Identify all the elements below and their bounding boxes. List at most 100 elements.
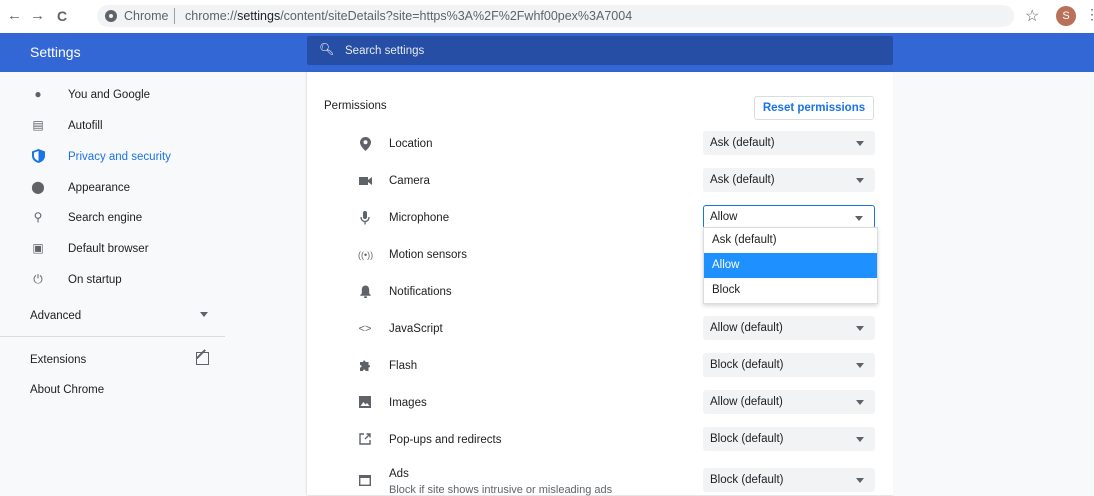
sidebar-item-label: You and Google: [68, 89, 151, 101]
code-icon: <>: [358, 323, 372, 335]
dropdown-option[interactable]: Ask (default): [704, 228, 877, 253]
popups-select[interactable]: Block (default): [703, 427, 875, 451]
sidebar-divider: [0, 336, 225, 337]
permission-label: Motion sensors: [389, 249, 467, 261]
sidebar-advanced[interactable]: Advanced: [30, 310, 81, 322]
sidebar-item-autofill[interactable]: ▤ Autofill: [0, 111, 230, 141]
permissions-heading: Permissions: [324, 100, 387, 112]
permission-row-ads: Ads Block if site shows intrusive or mis…: [307, 457, 893, 496]
select-value: Block (default): [710, 359, 784, 371]
permission-row-location: Location Ask (default): [307, 124, 893, 161]
sidebar-item-label: Privacy and security: [68, 151, 171, 163]
reload-icon[interactable]: C: [57, 7, 67, 25]
permission-label: Location: [389, 138, 433, 150]
select-value: Ask (default): [710, 174, 775, 186]
sidebar-item-label: Search engine: [68, 212, 143, 224]
clipboard-icon: ▤: [32, 118, 44, 132]
chevron-down-icon: [856, 363, 864, 368]
sidebar-extensions[interactable]: Extensions: [30, 354, 86, 366]
flash-select[interactable]: Block (default): [703, 353, 875, 377]
chevron-down-icon: [856, 437, 864, 442]
sidebar-item-label: Default browser: [68, 243, 149, 255]
location-select[interactable]: Ask (default): [703, 131, 875, 155]
permission-label: Microphone: [389, 212, 450, 224]
chevron-down-icon: [855, 216, 863, 221]
ads-icon: [358, 474, 372, 489]
chevron-down-icon: [856, 178, 864, 183]
sidebar-item-on-startup[interactable]: ⏻ On startup: [0, 265, 230, 295]
permission-row-flash: Flash Block (default): [307, 346, 893, 383]
search-box[interactable]: 🔍︎: [307, 36, 893, 65]
select-value: Allow (default): [710, 396, 783, 408]
image-icon: [358, 396, 372, 410]
permission-label: Pop-ups and redirects: [389, 434, 502, 446]
select-value: Ask (default): [710, 137, 775, 149]
sidebar-item-label: Autofill: [68, 120, 103, 132]
select-value: Block (default): [710, 433, 784, 445]
sidebar-about-chrome[interactable]: About Chrome: [30, 384, 104, 396]
url-text[interactable]: chrome://settings/content/siteDetails?si…: [185, 9, 632, 23]
permission-label: Notifications: [389, 286, 452, 298]
address-bar[interactable]: Chrome chrome://settings/content/siteDet…: [97, 5, 1014, 27]
right-margin: [893, 72, 1094, 495]
javascript-select[interactable]: Allow (default): [703, 316, 875, 340]
permission-label: Ads: [389, 468, 409, 480]
site-info-icon[interactable]: [105, 10, 117, 22]
microphone-dropdown-menu: Ask (default) Allow Block: [703, 227, 878, 304]
sidebar-item-label: Appearance: [68, 182, 131, 194]
chevron-down-icon[interactable]: [200, 312, 208, 317]
permission-row-javascript: <> JavaScript Allow (default): [307, 309, 893, 346]
url-prefix: chrome://: [185, 9, 238, 23]
sidebar-item-you-and-google[interactable]: ● You and Google: [0, 80, 230, 110]
sidebar-item-search-engine[interactable]: ⚲ Search engine: [0, 203, 230, 233]
permission-label: JavaScript: [389, 323, 443, 335]
chevron-down-icon: [856, 326, 864, 331]
chevron-down-icon: [856, 478, 864, 483]
bell-icon: [358, 285, 372, 299]
address-separator: [174, 8, 175, 24]
select-value: Allow: [710, 211, 738, 223]
permission-row-camera: Camera Ask (default): [307, 161, 893, 198]
camera-icon: [358, 174, 372, 188]
permission-row-images: Images Allow (default): [307, 383, 893, 420]
sidebar-item-appearance[interactable]: ⬤ Appearance: [0, 173, 230, 203]
open-in-new-icon[interactable]: [196, 352, 209, 365]
chrome-chip-label: Chrome: [124, 9, 169, 23]
url-path: /content/siteDetails?site=https%3A%2F%2F…: [280, 9, 633, 23]
power-icon: ⏻: [33, 272, 43, 286]
back-icon[interactable]: ←: [7, 7, 22, 25]
permission-label: Flash: [389, 360, 418, 372]
motion-sensors-icon: ((•)): [358, 250, 374, 260]
shield-icon: [31, 149, 45, 163]
popup-icon: [358, 433, 372, 447]
dropdown-option-selected[interactable]: Allow: [704, 253, 877, 278]
microphone-select[interactable]: Allow: [703, 205, 875, 229]
location-pin-icon: [358, 137, 372, 151]
camera-select[interactable]: Ask (default): [703, 168, 875, 192]
chevron-down-icon: [856, 141, 864, 146]
page-title: Settings: [30, 44, 81, 60]
permission-sublabel: Block if site shows intrusive or mislead…: [389, 484, 613, 496]
ads-select[interactable]: Block (default): [703, 468, 875, 492]
microphone-icon: [358, 211, 372, 225]
select-value: Allow (default): [710, 322, 783, 334]
browser-toolbar: ← → C Chrome chrome://settings/content/s…: [0, 0, 1094, 33]
person-icon: ●: [34, 87, 42, 101]
chevron-down-icon: [856, 400, 864, 405]
search-icon: 🔍︎: [319, 42, 335, 56]
forward-icon[interactable]: →: [30, 7, 45, 25]
browser-icon: ▣: [32, 241, 44, 255]
bookmark-star-icon[interactable]: ☆: [1025, 6, 1039, 26]
palette-icon: ⬤: [31, 180, 45, 194]
permission-label: Camera: [389, 175, 430, 187]
search-input[interactable]: [343, 42, 747, 60]
images-select[interactable]: Allow (default): [703, 390, 875, 414]
chrome-menu-icon[interactable]: ⋮: [1085, 6, 1094, 23]
reset-permissions-button[interactable]: Reset permissions: [754, 96, 874, 120]
settings-header: Settings 🔍︎: [0, 33, 1094, 72]
profile-avatar[interactable]: S: [1056, 6, 1076, 26]
puzzle-icon: [358, 359, 372, 373]
dropdown-option[interactable]: Block: [704, 278, 877, 303]
sidebar-item-default-browser[interactable]: ▣ Default browser: [0, 234, 230, 264]
sidebar-item-privacy-and-security[interactable]: Privacy and security: [0, 142, 230, 172]
